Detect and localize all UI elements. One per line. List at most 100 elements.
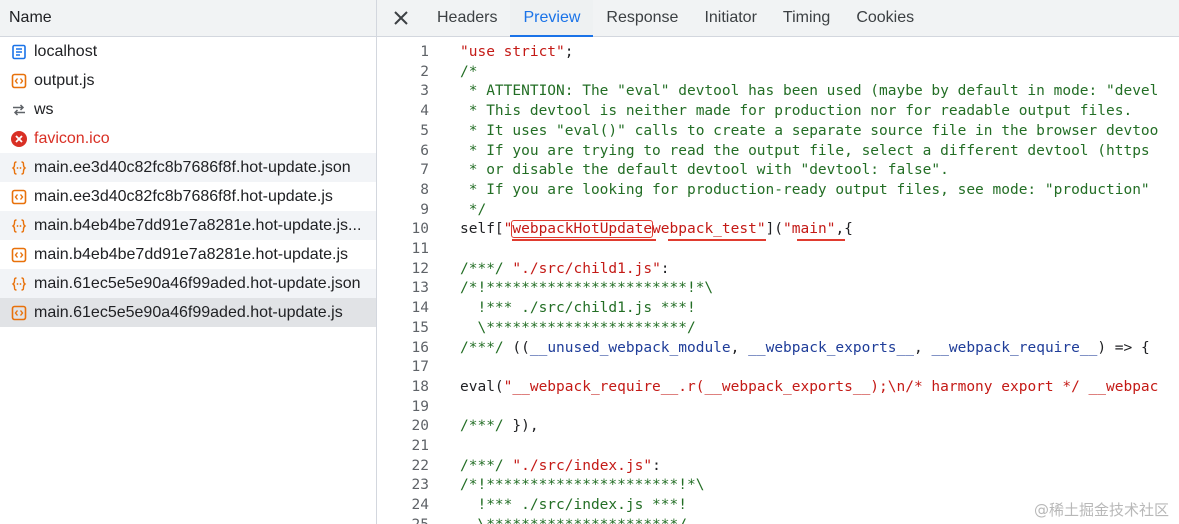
code-line: 18 eval("__webpack_require__.r(__webpack_… [377,377,1179,397]
line-number: 3 [420,83,429,100]
code-text: * ATTENTION: The "eval" devtool has been… [460,83,1159,100]
code-text: !*** ./src/child1.js ***! [460,300,696,317]
request-name: favicon.ico [34,129,110,147]
code-text: /***/ "./src/child1.js": [460,260,670,277]
annotation-box: webpackHotUpdate [511,220,654,239]
tab-initiator[interactable]: Initiator [691,0,769,36]
code-line: 14 !*** ./src/child1.js ***! [377,298,1179,318]
line-number: 22 [411,457,429,474]
request-row[interactable]: ws [0,95,376,124]
json-icon [10,159,28,177]
request-rows: localhost output.js ws favicon.ico main.ee3d… [0,37,376,327]
line-number: 14 [411,300,429,317]
code-text: * It uses "eval()" calls to create a sep… [460,122,1159,139]
request-row[interactable]: localhost [0,37,376,66]
code-text: /*!**********************!*\ [460,477,705,494]
request-row[interactable]: main.61ec5e5e90a46f99aded.hot-update.js [0,298,376,327]
code-line: 8 * If you are looking for production-re… [377,180,1179,200]
tab-preview[interactable]: Preview [510,0,594,37]
request-name: main.ee3d40c82fc8b7686f8f.hot-update.jso… [34,158,351,176]
name-column-header[interactable]: Name [0,0,376,37]
detail-tabs: Headers Preview Response Initiator Timing Coo… [424,0,927,37]
line-number: 6 [420,142,429,159]
code-line: 11 [377,239,1179,259]
request-name: output.js [34,71,95,89]
line-number: 8 [420,181,429,198]
code-text: * If you are looking for production-read… [460,181,1150,198]
json-icon [10,217,28,235]
code-line: 19 [377,397,1179,417]
code-text: \***********************/ [460,319,696,336]
request-row[interactable]: main.ee3d40c82fc8b7686f8f.hot-update.js [0,182,376,211]
line-number: 10 [411,221,429,238]
tab-response[interactable]: Response [593,0,691,36]
request-list-panel: Name localhost output.js ws favicon.ico main… [0,0,377,524]
detail-panel: Headers Preview Response Initiator Timing Coo… [377,0,1179,524]
websocket-icon [10,101,28,119]
name-header-label: Name [9,9,52,26]
code-line: 1 "use strict"; [377,42,1179,62]
code-text: eval("__webpack_require__.r(__webpack_ex… [460,378,1159,395]
tab-headers[interactable]: Headers [424,0,510,36]
line-number: 1 [420,44,429,60]
request-row[interactable]: main.b4eb4be7dd91e7a8281e.hot-update.js [0,240,376,269]
line-number: 5 [420,122,429,139]
line-number: 18 [411,378,429,395]
annotation-underline [512,239,656,242]
code-text: /* [460,63,478,80]
code-line: 15 \***********************/ [377,318,1179,338]
request-name: main.ee3d40c82fc8b7686f8f.hot-update.js [34,187,333,205]
line-number: 17 [411,359,429,376]
code-text: /***/ }), [460,418,539,435]
line-number: 19 [411,398,429,415]
line-number: 4 [420,103,429,120]
request-name: main.61ec5e5e90a46f99aded.hot-update.js [34,303,343,321]
json-icon [10,275,28,293]
line-number: 16 [411,339,429,356]
code-line: 4 * This devtool is neither made for pro… [377,101,1179,121]
line-number: 2 [420,63,429,80]
code-line: 17 [377,357,1179,377]
request-row[interactable]: main.b4eb4be7dd91e7a8281e.hot-update.js.… [0,211,376,240]
tab-timing[interactable]: Timing [770,0,843,36]
line-number: 25 [377,515,429,524]
close-detail-button[interactable] [377,0,424,36]
code-text: * If you are trying to read the output f… [460,142,1150,159]
request-name: main.b4eb4be7dd91e7a8281e.hot-update.js [34,245,349,263]
line-number: 23 [411,477,429,494]
code-line: 10 self["webpackHotUpdatewebpack_test"]("… [377,219,1179,239]
request-row[interactable]: favicon.ico [0,124,376,153]
request-row[interactable]: output.js [0,66,376,95]
request-name: ws [34,100,54,118]
line-number: 24 [411,497,429,514]
request-row[interactable]: main.ee3d40c82fc8b7686f8f.hot-update.jso… [0,153,376,182]
line-number: 9 [420,201,429,218]
code-line: 7 * or disable the default devtool with … [377,160,1179,180]
close-icon [393,11,408,25]
script-icon [10,304,28,322]
code-line: 21 [377,436,1179,456]
detail-tabbar: Headers Preview Response Initiator Timing Coo… [377,0,1179,37]
code-text: * or disable the default devtool with "d… [460,162,949,179]
error-icon [10,130,28,148]
request-name: main.b4eb4be7dd91e7a8281e.hot-update.js.… [34,216,362,234]
script-icon [10,188,28,206]
preview-code-view[interactable]: 1 "use strict"; 2 /* 3 * ATTENTION: The "eva… [377,38,1179,524]
request-name: main.61ec5e5e90a46f99aded.hot-update.jso… [34,274,361,292]
line-number: 20 [411,418,429,435]
code-line: 2 /* [377,62,1179,82]
request-row[interactable]: main.61ec5e5e90a46f99aded.hot-update.jso… [0,269,376,298]
code-text: /*!***********************!*\ [460,280,714,297]
annotation-underline [797,239,845,242]
code-line: 9 */ [377,200,1179,220]
code-line: 13 /*!***********************!*\ [377,278,1179,298]
annotation-underline [668,239,766,242]
code-text: /***/ "./src/index.js": [460,457,661,474]
line-number: 7 [420,162,429,179]
code-text: */ [460,201,487,218]
code-text: "use strict"; [460,44,574,60]
watermark-text: @稀土掘金技术社区 [1033,501,1169,519]
tab-cookies[interactable]: Cookies [843,0,927,36]
code-text: \**********************/ [429,515,687,524]
code-line: 5 * It uses "eval()" calls to create a s… [377,121,1179,141]
